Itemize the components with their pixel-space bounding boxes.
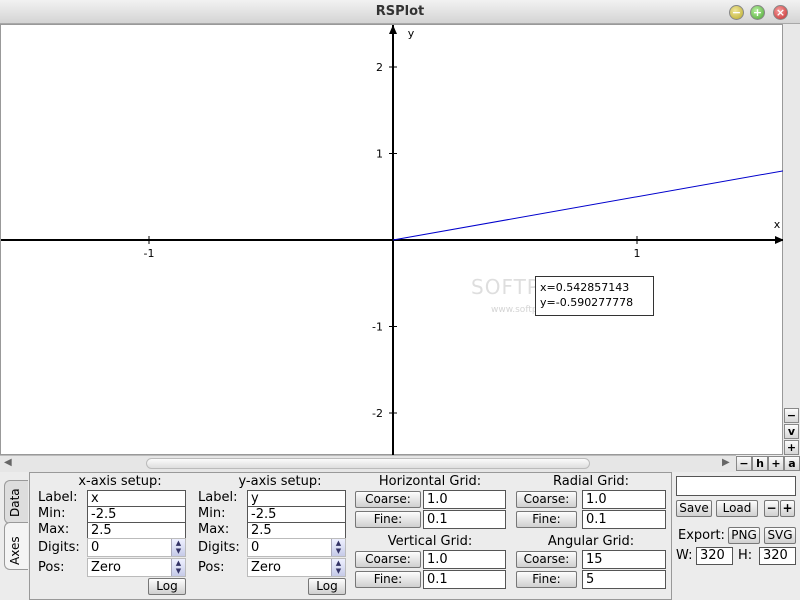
h-zoom-in-button[interactable]: + [768,456,784,471]
tab-axes[interactable]: Axes [4,522,28,570]
y-tick-label: 2 [376,61,383,74]
coordinate-tooltip: x=0.542857143 y=-0.590277778 [535,276,654,316]
y-pos-updown-icon[interactable]: ▲ ▼ [331,559,345,576]
y-min-caption: Min: [198,506,226,521]
y-axis-header: y-axis setup: [238,474,322,489]
vertical-zoom-bar [783,24,800,455]
export-width-input[interactable]: 320 [696,547,733,565]
h-grid-coarse-button[interactable]: Coarse: [355,491,421,508]
h-zoom-out-button[interactable]: − [736,456,752,471]
add-button[interactable]: + [780,500,795,517]
vertical-grid-header: Vertical Grid: [387,534,473,549]
x-max-input[interactable]: 2.5 [87,522,186,539]
export-png-button[interactable]: PNG [728,527,760,544]
y-max-input[interactable]: 2.5 [247,522,346,539]
y-label-caption: Label: [198,490,238,505]
save-button[interactable]: Save [676,500,712,517]
radial-grid-header: Radial Grid: [553,474,629,489]
plot-canvas[interactable]: xy-1121-1-2 SOFTPEDIA www.softpedia.com … [0,24,784,456]
r-grid-coarse-input[interactable]: 1.0 [582,490,666,509]
minimize-icon[interactable]: − [729,5,744,20]
rsplot-window: RSPlot − + × xy-1121-1-2 SOFTPEDIA www.s… [0,0,800,600]
x-max-caption: Max: [38,522,70,537]
r-grid-coarse-button[interactable]: Coarse: [516,491,577,508]
y-tick-label: 1 [376,148,383,161]
load-button[interactable]: Load [716,500,758,517]
y-label-input[interactable]: y [247,490,346,507]
tab-data[interactable]: Data [4,480,28,524]
x-digits-updown-icon[interactable]: ▲ ▼ [171,539,185,556]
x-pos-spinner[interactable]: Zero ▲ ▼ [87,558,186,577]
a-grid-coarse-button[interactable]: Coarse: [516,551,577,568]
scroll-thumb[interactable] [146,458,590,469]
scroll-left-icon[interactable]: ◀ [4,457,12,468]
y-digits-updown-icon[interactable]: ▲ ▼ [331,539,345,556]
r-grid-fine-input[interactable]: 0.1 [582,510,666,529]
x-tick-label: 1 [634,247,641,260]
export-height-input[interactable]: 320 [759,547,796,565]
x-log-button[interactable]: Log [148,578,186,595]
a-grid-fine-input[interactable]: 5 [582,570,666,589]
y-tick-label: -1 [372,321,383,334]
y-digits-caption: Digits: [198,540,240,555]
v-grid-fine-input[interactable]: 0.1 [423,570,506,589]
r-grid-fine-button[interactable]: Fine: [516,511,577,528]
x-digits-spinner[interactable]: 0 ▲ ▼ [87,538,186,557]
x-pos-updown-icon[interactable]: ▲ ▼ [171,559,185,576]
y-axis-arrow-icon [389,25,397,34]
y-pos-spinner[interactable]: Zero ▲ ▼ [247,558,346,577]
h-grid-fine-button[interactable]: Fine: [355,511,421,528]
x-label-input[interactable]: x [87,490,186,507]
auto-fit-button[interactable]: a [784,456,800,471]
remove-button[interactable]: − [764,500,779,517]
y-max-caption: Max: [198,522,230,537]
x-tick-label: -1 [144,247,155,260]
y-min-input[interactable]: -2.5 [247,506,346,523]
plot-line [392,170,784,241]
maximize-icon[interactable]: + [750,5,765,20]
file-export-panel: Save Load − + Export: PNG SVG W: 320 H: … [672,472,800,600]
a-grid-fine-button[interactable]: Fine: [516,571,577,588]
axes-settings-panel: x-axis setup: Label: x Min: -2.5 Max: 2.… [29,472,672,600]
y-digits-spinner[interactable]: 0 ▲ ▼ [247,538,346,557]
horizontal-grid-header: Horizontal Grid: [378,474,482,489]
v-zoom-in-button[interactable]: + [784,440,799,455]
v-grid-fine-button[interactable]: Fine: [355,571,421,588]
scroll-right-icon[interactable]: ▶ [722,457,730,468]
v-grid-coarse-input[interactable]: 1.0 [423,550,506,569]
x-min-caption: Min: [38,506,66,521]
tooltip-x: x=0.542857143 [540,281,630,294]
a-grid-coarse-input[interactable]: 15 [582,550,666,569]
y-pos-caption: Pos: [198,560,225,575]
plot-svg: x y -1 1 2 1 -1 -2 [1,25,784,456]
h-grid-fine-input[interactable]: 0.1 [423,510,506,529]
h-fit-button[interactable]: h [752,456,768,471]
x-axis-header: x-axis setup: [78,474,162,489]
y-axis-label: y [408,27,415,40]
export-caption: Export: [678,528,725,543]
export-svg-button[interactable]: SVG [764,527,796,544]
width-caption: W: [676,548,693,563]
x-min-input[interactable]: -2.5 [87,506,186,523]
v-zoom-out-button[interactable]: − [784,408,799,423]
h-grid-coarse-input[interactable]: 1.0 [423,490,506,509]
v-fit-button[interactable]: v [784,424,799,439]
v-grid-coarse-button[interactable]: Coarse: [355,551,421,568]
tooltip-y: y=-0.590277778 [540,296,634,309]
y-log-button[interactable]: Log [308,578,346,595]
x-label-caption: Label: [38,490,78,505]
angular-grid-header: Angular Grid: [547,534,635,549]
filename-input[interactable] [676,476,796,496]
y-tick-label: -2 [372,407,383,420]
x-pos-caption: Pos: [38,560,65,575]
height-caption: H: [738,548,753,563]
close-icon[interactable]: × [773,5,788,20]
window-title: RSPlot [375,4,425,19]
x-digits-caption: Digits: [38,540,80,555]
title-bar: RSPlot − + × [0,0,800,24]
x-axis-label: x [774,218,781,231]
